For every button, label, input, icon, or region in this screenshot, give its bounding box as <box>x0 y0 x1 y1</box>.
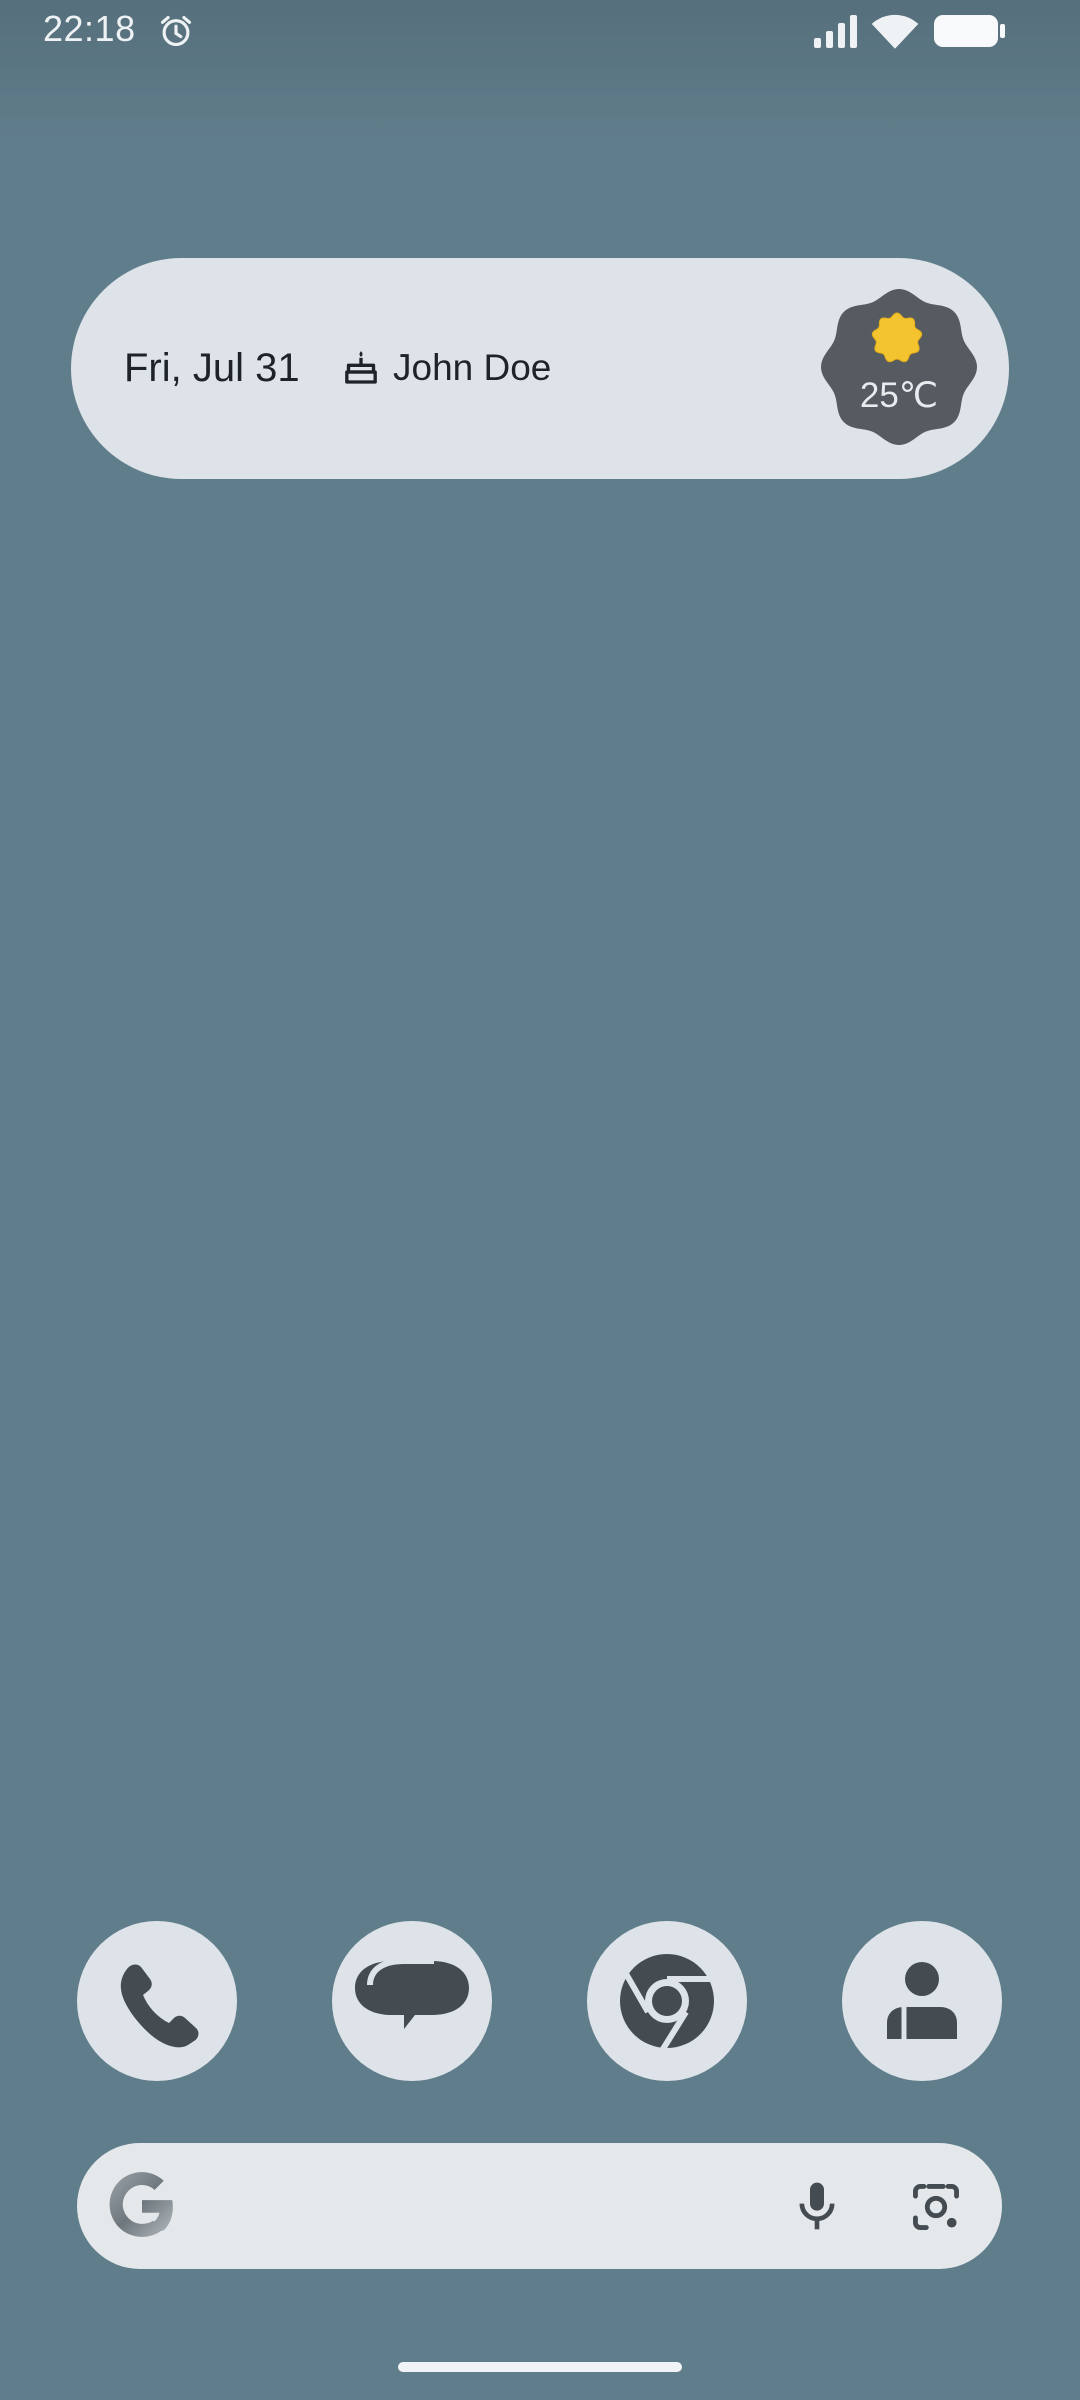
dock-contacts-app[interactable] <box>842 1921 1002 2081</box>
sun-icon <box>871 312 923 363</box>
glance-event[interactable]: John Doe <box>393 344 551 392</box>
alarm-icon <box>160 15 192 47</box>
chrome-icon <box>620 1954 714 2051</box>
status-time: 22:18 <box>43 8 136 49</box>
at-a-glance-widget[interactable]: Fri, Jul 31 John Doe 25℃ <box>71 258 1009 479</box>
cake-icon <box>345 351 377 384</box>
glance-date[interactable]: Fri, Jul 31 <box>124 344 300 392</box>
weather-badge[interactable]: 25℃ <box>820 288 978 446</box>
messages-icon <box>355 1958 469 2029</box>
dock-messages-app[interactable] <box>332 1921 492 2081</box>
lens-icon[interactable] <box>907 2178 965 2236</box>
battery-icon <box>934 15 1005 47</box>
mic-icon[interactable] <box>789 2178 845 2234</box>
gesture-navigation-handle[interactable] <box>398 2362 682 2372</box>
dock-phone-app[interactable] <box>77 1921 237 2081</box>
signal-icon <box>814 15 857 48</box>
dock-chrome-app[interactable] <box>587 1921 747 2081</box>
phone-icon <box>120 1964 199 2048</box>
weather-temperature: 25℃ <box>859 376 939 415</box>
google-logo[interactable] <box>105 2169 179 2243</box>
status-bar: 22:18 <box>0 0 1080 64</box>
search-bar[interactable] <box>77 2143 1002 2269</box>
contacts-icon <box>887 1962 957 2039</box>
wifi-icon <box>871 14 919 49</box>
